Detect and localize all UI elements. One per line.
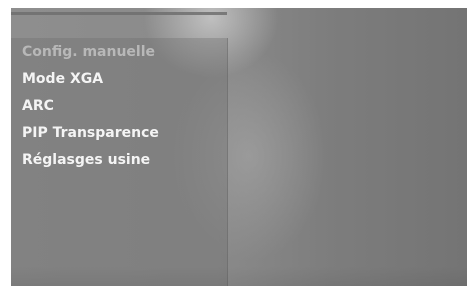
menu-panel: Config. manuelle Mode XGA ARC PIP Transp… xyxy=(11,38,228,286)
menu-item-reglages-usine[interactable]: Réglasges usine xyxy=(22,149,222,171)
osd-screen: Config. manuelle Mode XGA ARC PIP Transp… xyxy=(11,8,467,286)
bottom-shade xyxy=(11,266,467,286)
menu-item-arc[interactable]: ARC xyxy=(22,95,222,117)
menu-title-bar xyxy=(11,12,227,15)
menu-item-pip-transparence[interactable]: PIP Transparence xyxy=(22,122,222,144)
menu-item-mode-xga[interactable]: Mode XGA xyxy=(22,68,222,90)
menu-item-config-manuelle: Config. manuelle xyxy=(22,44,156,60)
